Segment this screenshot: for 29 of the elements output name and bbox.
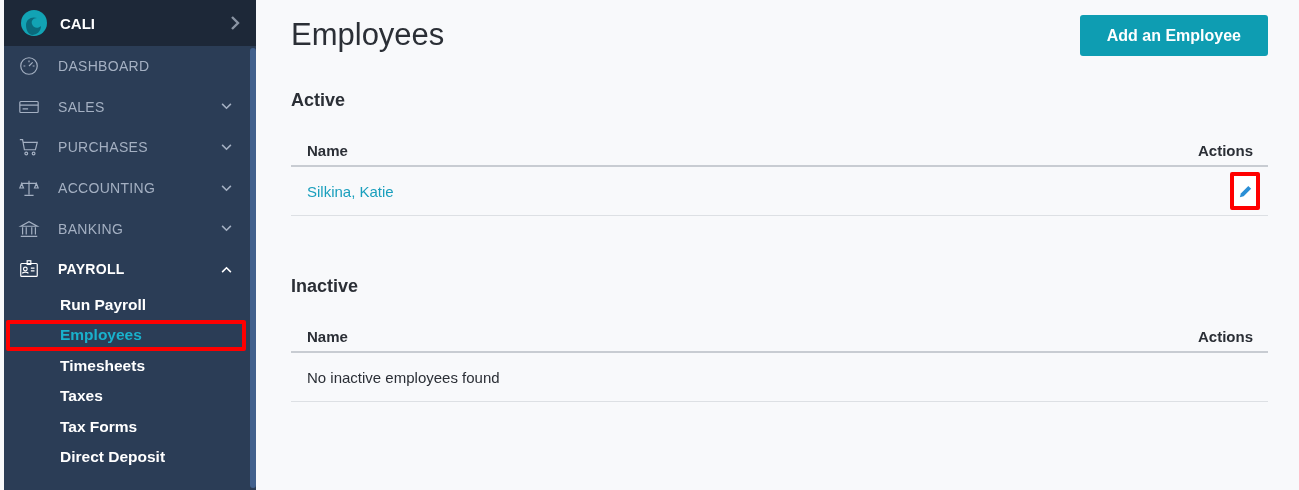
nav-subitem[interactable]: Tax Forms [10,415,242,439]
company-name: CALI [60,14,96,32]
column-header: Actions [1198,142,1253,159]
pencil-icon [1237,183,1253,199]
column-header: Actions [1198,328,1253,345]
nav-subitem[interactable]: Run Payroll [10,293,242,317]
column-header: Name [307,328,348,345]
edit-button[interactable] [1230,172,1260,210]
nav-item[interactable]: BANKING [4,208,248,249]
page-title: Employees [291,17,445,53]
column-header: Name [307,142,348,159]
chevron-right-icon[interactable] [230,16,240,30]
nav-subitem[interactable]: Taxes [10,385,242,408]
nav-item[interactable]: PAYROLL [4,248,248,290]
scrollbar[interactable] [250,48,256,488]
employee-link[interactable]: Silkina, Katie [307,182,394,200]
section-heading: Inactive [291,276,360,298]
nav-item[interactable]: PURCHASES [4,127,248,168]
nav-item[interactable]: SALES [4,86,248,128]
nav-item[interactable]: DASHBOARD [4,46,248,87]
section-heading: Active [291,90,347,112]
nav-item[interactable]: ACCOUNTING [4,167,248,209]
wave-logo-icon [20,9,48,37]
gauge-icon [18,55,40,78]
add-employee-button[interactable]: Add an Employee [1079,15,1268,56]
nav-subitem[interactable]: Direct Deposit [10,446,242,469]
empty-message: No inactive employees found [307,368,500,386]
nav-subitem[interactable]: Timesheets [10,354,242,378]
nav-subitem[interactable]: Employees [10,324,242,347]
